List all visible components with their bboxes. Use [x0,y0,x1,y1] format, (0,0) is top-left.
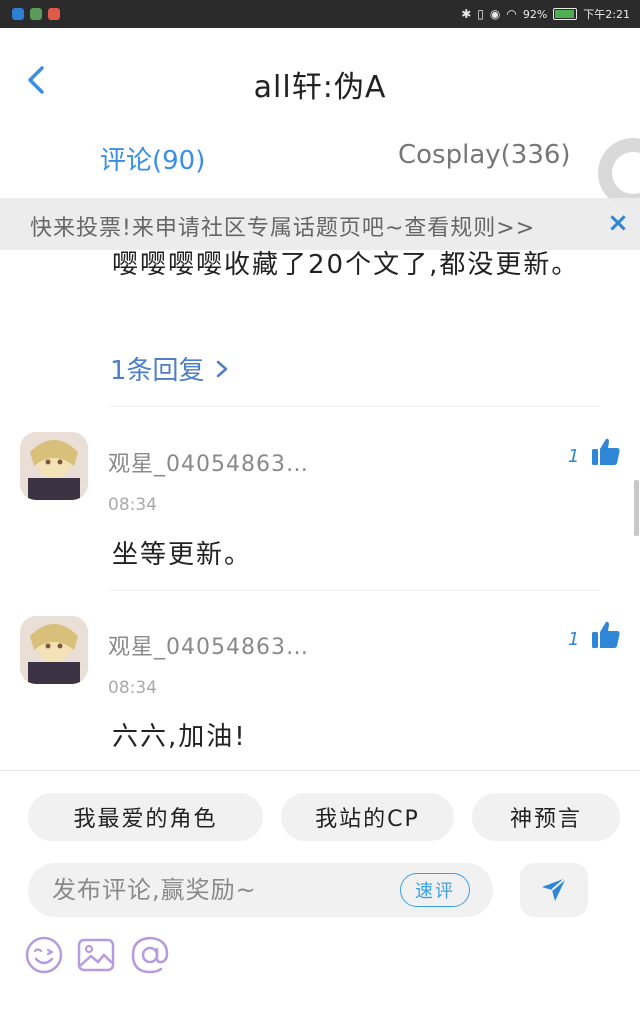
tab-bar: 评论(90) Cosplay(336) [0,128,640,208]
chevron-right-icon [216,360,227,377]
bluetooth-icon: ✱ [461,7,472,21]
send-button[interactable] [520,863,588,917]
thumbs-up-icon[interactable] [590,436,622,468]
banner-text[interactable]: 快来投票!来申请社区专属话题页吧~查看规则>> [30,210,535,242]
emoji-icon[interactable] [24,935,64,975]
image-icon[interactable] [76,935,116,975]
username[interactable]: 观星_04054863… [108,446,309,478]
topic-chip-favorite-character[interactable]: 我最爱的角色 [28,793,263,841]
eye-icon: ◉ [489,7,501,21]
username[interactable]: 观星_04054863… [108,629,309,661]
header: all轩:伪A [0,28,640,128]
avatar[interactable] [20,432,88,500]
battery-icon [553,8,578,20]
vibrate-icon: ▯ [477,7,484,21]
comment-time: 08:34 [108,495,157,515]
status-right: ✱ ▯ ◉ ◠ 92% 下午2:21 [461,0,630,28]
status-app-icons [12,8,60,20]
close-icon[interactable]: × [604,208,632,238]
comment-text: 六六,加油! [112,722,247,752]
tab-comments[interactable]: 评论(90) [100,140,205,177]
send-icon [542,877,567,901]
comment-input-box[interactable]: 速评 [28,863,493,917]
topic-chip-my-cp[interactable]: 我站的CP [281,793,454,841]
divider [110,406,600,407]
scrollbar[interactable] [634,480,639,536]
comment-time: 08:34 [108,678,157,698]
avatar[interactable] [20,616,88,684]
replies-link[interactable]: 1条回复 [110,350,231,387]
tab-cosplay[interactable]: Cosplay(336) [398,140,571,170]
thumbs-up-icon[interactable] [590,619,622,651]
like-count: 1 [568,629,580,650]
avatar-image [20,616,88,684]
replies-link-label: 1条回复 [110,356,205,386]
like-count: 1 [568,446,580,467]
status-bar: ✱ ▯ ◉ ◠ 92% 下午2:21 [0,0,640,28]
notice-banner[interactable]: 快来投票!来申请社区专属话题页吧~查看规则>> × [0,198,640,250]
quick-review-button[interactable]: 速评 [400,873,470,907]
comment-text: 坐等更新。 [112,540,253,570]
red-app-icon [48,8,60,20]
topic-chip-prophecy[interactable]: 神预言 [472,793,620,841]
shield-app-icon [12,8,24,20]
battery-fill [555,10,574,18]
battery-percent: 92% [522,7,548,21]
comment-input[interactable] [52,871,392,909]
at-icon[interactable] [130,935,170,975]
wifi-icon: ◠ [506,7,517,21]
divider [110,590,600,591]
green-app-icon [30,8,42,20]
page-title: all轩:伪A [253,70,387,105]
status-time: 下午2:21 [583,8,630,21]
comment-composer: 我最爱的角色 我站的CP 神预言 速评 [0,770,640,1024]
avatar-image [20,432,88,500]
comment-text: 嘤嘤嘤嘤收藏了20个文了,都没更新。 [112,250,580,280]
